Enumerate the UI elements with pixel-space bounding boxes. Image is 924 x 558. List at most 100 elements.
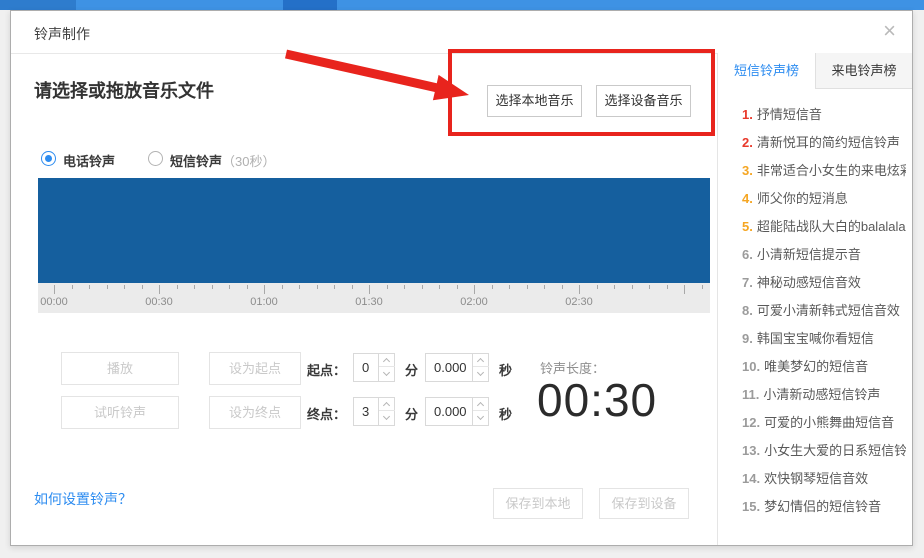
spinner-down-icon[interactable] (379, 412, 395, 425)
ringtone-list-item[interactable]: 6.小清新短信提示音 (742, 244, 906, 264)
sms-ringtone-radio[interactable] (148, 151, 163, 166)
ringtone-rank: 10. (742, 359, 760, 374)
ringtone-list-item[interactable]: 9.韩国宝宝喊你看短信 (742, 328, 906, 348)
timeline-tick (299, 285, 300, 289)
sidebar-tabs: 短信铃声榜 来电铃声榜 (718, 53, 912, 89)
page-title: 请选择或拖放音乐文件 (34, 77, 214, 103)
end-second-spinner[interactable]: 0.000 (425, 397, 489, 426)
timeline-label: 00:00 (40, 296, 68, 308)
spinner-up-icon[interactable] (473, 354, 489, 367)
set-end-button[interactable]: 设为终点 (209, 396, 301, 429)
spinner-arrows (378, 354, 394, 381)
ringtone-list-item[interactable]: 15.梦幻情侣的短信铃音 (742, 496, 906, 516)
minute-unit-label: 分 (405, 360, 418, 379)
timeline-tick (317, 285, 318, 289)
timeline-label: 01:30 (355, 296, 383, 308)
timeline-tick (457, 285, 458, 289)
how-to-set-ringtone-link[interactable]: 如何设置铃声？ (34, 489, 132, 509)
ringtone-rank: 6. (742, 247, 753, 262)
spinner-arrows (378, 398, 394, 425)
timeline-tick (422, 285, 423, 289)
timeline-tick (684, 285, 685, 294)
preview-ringtone-button[interactable]: 试听铃声 (61, 396, 179, 429)
spinner-down-icon[interactable] (473, 368, 489, 381)
ringtone-list-item[interactable]: 8. 可爱小清新韩式短信音效 (742, 300, 906, 320)
select-local-music-button[interactable]: 选择本地音乐 (487, 85, 582, 117)
close-icon[interactable]: × (883, 19, 896, 43)
second-unit-label: 秒 (499, 404, 512, 423)
ringtone-rank: 11. (742, 387, 759, 402)
timeline-tick (649, 285, 650, 289)
second-unit-label: 秒 (499, 360, 512, 379)
ringtone-length-value: 00:30 (537, 373, 657, 427)
timeline-tick (492, 285, 493, 289)
spinner-up-icon[interactable] (379, 398, 395, 411)
ringtone-list-item[interactable]: 5. 超能陆战队大白的balalala (742, 216, 906, 236)
ringtone-rank: 2. (742, 135, 753, 150)
timeline-tick (89, 285, 90, 289)
ringtone-list-item[interactable]: 14.欢快钢琴短信音效 (742, 468, 906, 488)
timeline-tick (177, 285, 178, 289)
sms-duration-hint: （30秒） (222, 154, 275, 169)
ringtone-list-item[interactable]: 11.小清新动感短信铃声 (742, 384, 906, 404)
spinner-up-icon[interactable] (379, 354, 395, 367)
ringtone-list-item[interactable]: 12.可爱的小熊舞曲短信音 (742, 412, 906, 432)
start-point-label: 起点： (307, 360, 346, 379)
ringtone-list-item[interactable]: 13.小女生大爱的日系短信铃声 (742, 440, 906, 460)
timeline-tick (352, 285, 353, 289)
spinner-up-icon[interactable] (473, 398, 489, 411)
timeline-tick (124, 285, 125, 289)
start-second-value: 0.000 (434, 360, 467, 375)
timeline-tick (702, 285, 703, 289)
ringtone-rank: 8. (742, 303, 753, 318)
ringtone-rank: 5. (742, 219, 753, 234)
select-device-music-button[interactable]: 选择设备音乐 (596, 85, 691, 117)
ringtone-list-item[interactable]: 7.神秘动感短信音效 (742, 272, 906, 292)
timeline-label: 02:00 (460, 296, 488, 308)
start-second-spinner[interactable]: 0.000 (425, 353, 489, 382)
phone-ringtone-radio[interactable] (41, 151, 56, 166)
ringtone-rank: 12. (742, 415, 760, 430)
timeline-tick (562, 285, 563, 289)
timeline-tick (579, 285, 580, 294)
start-minute-spinner[interactable]: 0 (353, 353, 395, 382)
topbar-segment (283, 0, 337, 10)
timeline-label: 00:30 (145, 296, 173, 308)
ringtone-list-item[interactable]: 1.抒情短信音 (742, 104, 906, 124)
ringtone-title: 梦幻情侣的短信铃音 (764, 499, 881, 514)
timeline-tick (212, 285, 213, 289)
spinner-down-icon[interactable] (379, 368, 395, 381)
timeline-tick (142, 285, 143, 289)
phone-ringtone-label: 电话铃声 (63, 151, 115, 170)
end-minute-value: 3 (362, 404, 369, 419)
background-window-topbar (0, 0, 924, 10)
waveform-area[interactable] (38, 178, 710, 283)
tab-call-ringtone-chart[interactable]: 来电铃声榜 (815, 53, 912, 89)
timeline-label: 02:30 (565, 296, 593, 308)
ringtone-list-item[interactable]: 10.唯美梦幻的短信音 (742, 356, 906, 376)
save-to-device-button[interactable]: 保存到设备 (599, 488, 689, 519)
play-button[interactable]: 播放 (61, 352, 179, 385)
start-minute-value: 0 (362, 360, 369, 375)
timeline-tick (667, 285, 668, 289)
ringtone-rank: 13. (742, 443, 760, 458)
end-minute-spinner[interactable]: 3 (353, 397, 395, 426)
tab-sms-ringtone-chart[interactable]: 短信铃声榜 (718, 53, 815, 89)
timeline-tick (282, 285, 283, 289)
timeline-tick (264, 285, 265, 294)
ringtone-list-item[interactable]: 3.非常适合小女生的来电炫彩... (742, 160, 906, 180)
ringtone-rank: 9. (742, 331, 753, 346)
ringtone-title: 抒情短信音 (757, 107, 822, 122)
ringtone-list-item[interactable]: 4.师父你的短消息 (742, 188, 906, 208)
ringtone-rank: 3. (742, 163, 753, 178)
ringtone-title: 超能陆战队大白的balalala (757, 219, 906, 234)
timeline-tick (334, 285, 335, 289)
ringtone-list-item[interactable]: 2.清新悦耳的简约短信铃声 (742, 132, 906, 152)
ringtone-title: 欢快钢琴短信音效 (764, 471, 868, 486)
dialog-titlebar: 铃声制作 × (11, 11, 912, 53)
spinner-down-icon[interactable] (473, 412, 489, 425)
ringtone-title: 可爱小清新韩式短信音效 (757, 303, 900, 318)
save-to-local-button[interactable]: 保存到本地 (493, 488, 583, 519)
set-start-button[interactable]: 设为起点 (209, 352, 301, 385)
timeline-tick (527, 285, 528, 289)
